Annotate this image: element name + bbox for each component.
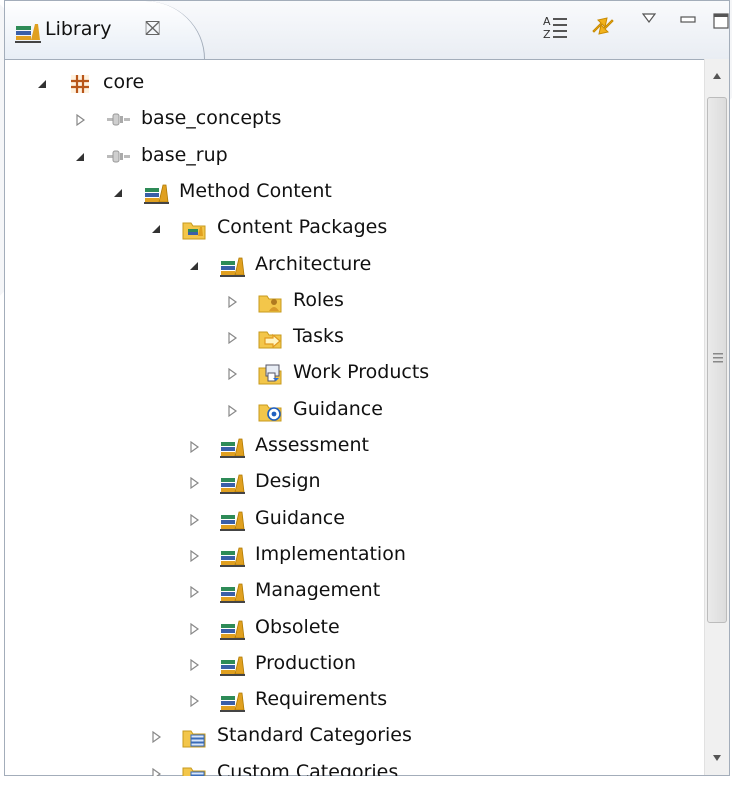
books-icon <box>15 24 41 43</box>
tree-item-label: Management <box>255 579 381 602</box>
tree-item[interactable]: core <box>5 66 705 102</box>
tree-item-label: base_concepts <box>141 107 282 130</box>
folder-books-icon <box>182 222 206 240</box>
library-view: Library ⛝ A Z core base_concepts base_rup M… <box>4 0 730 776</box>
tree-item-label: Work Products <box>293 361 430 384</box>
view-menu-icon[interactable] <box>642 13 656 23</box>
tree-item[interactable]: Obsolete <box>5 611 705 647</box>
plugin-icon <box>107 150 130 163</box>
tree-item[interactable]: Guidance <box>5 502 705 538</box>
library-tree[interactable]: core base_concepts base_rup Method Content C… <box>5 59 705 776</box>
folder-categories-icon <box>182 730 206 748</box>
collapsed-arrow-icon[interactable] <box>73 113 87 127</box>
tree-item[interactable]: Management <box>5 574 705 610</box>
tree-item-label: Implementation <box>255 542 406 565</box>
tree-item[interactable]: base_rup <box>5 139 705 175</box>
expanded-arrow-icon[interactable] <box>149 222 163 236</box>
collapsed-arrow-icon[interactable] <box>225 367 239 381</box>
plugin-grid-icon <box>71 75 89 93</box>
expanded-arrow-icon[interactable] <box>111 186 125 200</box>
tree-item[interactable]: Architecture <box>5 248 705 284</box>
scrollbar-thumb[interactable] <box>707 97 727 623</box>
collapsed-arrow-icon[interactable] <box>187 694 201 708</box>
tree-item[interactable]: Design <box>5 465 705 501</box>
books-icon <box>220 692 245 713</box>
books-icon <box>220 620 245 640</box>
folder-workproducts-icon <box>258 364 282 385</box>
books-icon <box>220 511 245 531</box>
tree-item-label: Method Content <box>179 179 332 202</box>
books-icon <box>144 184 169 204</box>
scroll-down-icon[interactable] <box>711 753 723 763</box>
svg-text:A: A <box>543 15 551 28</box>
tree-item-label: Assessment <box>255 434 369 456</box>
folder-roles-icon <box>258 295 282 313</box>
tree-item-label: Tasks <box>293 325 344 348</box>
tree-item-label: Content Packages <box>217 216 388 239</box>
tree-item-label: Roles <box>293 288 344 311</box>
books-icon <box>220 656 245 676</box>
tree-item[interactable]: Production <box>5 647 705 683</box>
tree-item-label: Obsolete <box>255 615 340 638</box>
tree-item[interactable]: Guidance <box>5 393 705 429</box>
tree-item-label: Custom Categories <box>217 760 399 776</box>
tree-item[interactable]: base_concepts <box>5 102 705 138</box>
tree-item-label: Requirements <box>255 688 388 711</box>
books-icon <box>220 438 245 458</box>
collapsed-arrow-icon[interactable] <box>149 767 163 776</box>
tree-item-label: Production <box>255 651 357 674</box>
books-icon <box>220 583 245 604</box>
tree-item-label: Standard Categories <box>217 724 412 747</box>
close-icon[interactable]: ⛝ <box>145 16 160 40</box>
tree-item-label: Architecture <box>255 252 372 275</box>
view-tab-bar: Library ⛝ A Z <box>5 1 729 59</box>
collapsed-arrow-icon[interactable] <box>187 549 201 563</box>
tree-item-label: Design <box>255 470 321 493</box>
collapsed-arrow-icon[interactable] <box>149 730 163 744</box>
scroll-up-icon[interactable] <box>711 71 723 81</box>
tree-item[interactable]: Custom Categories <box>5 756 705 776</box>
tree-item[interactable]: Work Products <box>5 356 705 392</box>
collapsed-arrow-icon[interactable] <box>225 331 239 345</box>
tree-item[interactable]: Requirements <box>5 683 705 719</box>
tree-item[interactable]: Tasks <box>5 320 705 356</box>
tree-item[interactable]: Content Packages <box>5 211 705 247</box>
minimize-icon[interactable] <box>680 15 696 25</box>
folder-categories-icon <box>182 767 206 776</box>
collapsed-arrow-icon[interactable] <box>187 513 201 527</box>
tree-item[interactable]: Implementation <box>5 538 705 574</box>
vertical-scrollbar[interactable] <box>704 59 729 775</box>
tree-item-label: base_rup <box>141 143 228 166</box>
collapsed-arrow-icon[interactable] <box>187 585 201 599</box>
svg-text:Z: Z <box>543 28 551 40</box>
collapsed-arrow-icon[interactable] <box>187 440 201 454</box>
maximize-icon[interactable] <box>713 13 729 29</box>
tree-item-label: core <box>103 71 145 93</box>
grip-icon <box>713 353 723 363</box>
tree-item[interactable]: Roles <box>5 284 705 320</box>
tree-item[interactable]: Method Content <box>5 175 705 211</box>
books-icon <box>220 474 245 495</box>
link-editor-icon[interactable] <box>589 11 617 41</box>
collapsed-arrow-icon[interactable] <box>187 622 201 636</box>
tree-item-label: Guidance <box>255 506 345 529</box>
sort-alpha-icon[interactable]: A Z <box>543 14 569 40</box>
books-icon <box>220 257 245 277</box>
collapsed-arrow-icon[interactable] <box>187 658 201 672</box>
tree-item[interactable]: Standard Categories <box>5 719 705 755</box>
expanded-arrow-icon[interactable] <box>73 150 87 164</box>
expanded-arrow-icon[interactable] <box>35 77 49 91</box>
folder-tasks-icon <box>258 331 282 349</box>
expanded-arrow-icon[interactable] <box>187 259 201 273</box>
tree-item-label: Guidance <box>293 397 383 420</box>
collapsed-arrow-icon[interactable] <box>225 404 239 418</box>
collapsed-arrow-icon[interactable] <box>225 295 239 309</box>
plugin-icon <box>107 113 130 126</box>
books-icon <box>220 547 245 567</box>
tree-item[interactable]: Assessment <box>5 429 705 465</box>
tab-title: Library <box>45 18 112 40</box>
library-tab[interactable]: Library ⛝ <box>5 1 205 59</box>
folder-guidance-icon <box>258 404 282 422</box>
collapsed-arrow-icon[interactable] <box>187 476 201 490</box>
